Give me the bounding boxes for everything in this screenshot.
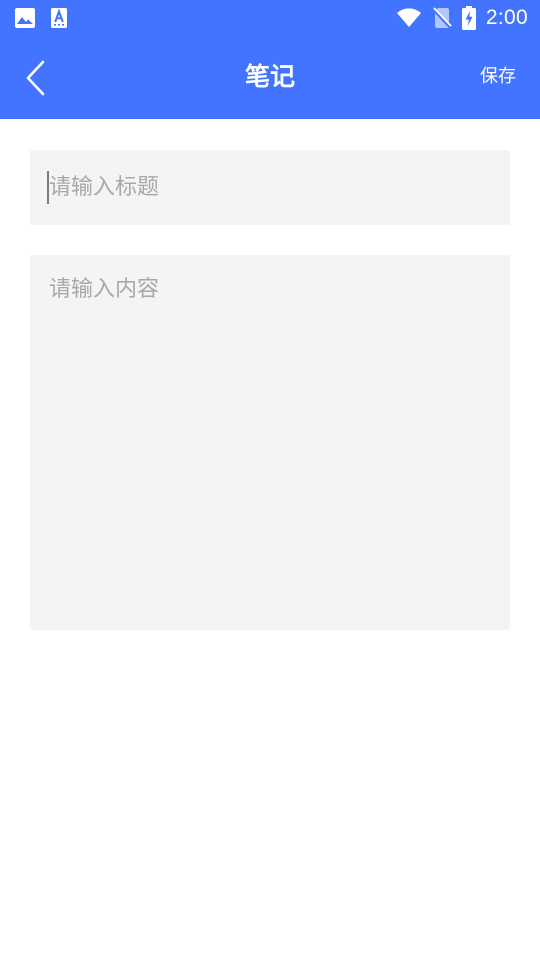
app-header: 2:00 笔记 保存 <box>0 0 540 119</box>
battery-charging-icon <box>461 6 476 30</box>
content-field-container <box>30 255 510 630</box>
status-bar: 2:00 <box>0 0 540 36</box>
status-bar-right: 2:00 <box>396 4 528 32</box>
page-title: 笔记 <box>244 62 295 91</box>
text-cursor <box>47 171 49 204</box>
title-input[interactable] <box>30 150 510 225</box>
save-button[interactable]: 保存 <box>480 64 516 90</box>
wifi-icon <box>396 8 422 28</box>
text-a-icon <box>50 7 68 29</box>
content-input[interactable] <box>30 255 510 630</box>
status-bar-left <box>14 6 68 30</box>
image-icon <box>14 7 36 29</box>
no-sim-icon <box>431 7 452 29</box>
navigation-bar: 笔记 保存 <box>0 36 540 119</box>
note-editor-screen: 2:00 笔记 保存 <box>0 0 540 960</box>
status-time: 2:00 <box>485 6 528 29</box>
title-field-container <box>30 150 510 225</box>
